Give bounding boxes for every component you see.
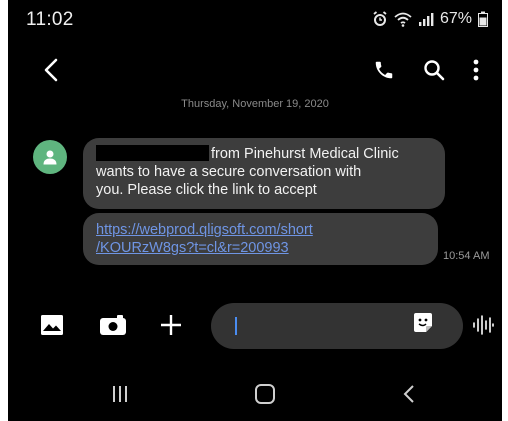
gallery-button[interactable] <box>38 312 66 338</box>
recents-icon <box>113 386 127 402</box>
sticker-icon <box>414 313 432 332</box>
status-time: 11:02 <box>26 9 74 30</box>
status-icons: 67% <box>372 9 488 29</box>
recents-button[interactable] <box>105 378 135 410</box>
more-vertical-icon <box>473 59 479 81</box>
back-arrow-icon <box>44 58 58 82</box>
wifi-icon <box>394 11 412 27</box>
camera-button[interactable] <box>98 312 128 338</box>
composer-bar <box>8 300 502 350</box>
link-message-bubble[interactable]: https://webprod.qligsoft.com/short /KOUR… <box>83 213 438 265</box>
text-caret <box>235 317 237 335</box>
message-timestamp: 10:54 AM <box>443 250 490 262</box>
message-text: wants to have a secure conversation with <box>96 164 362 180</box>
search-button[interactable] <box>418 54 450 86</box>
date-separator: Thursday, November 19, 2020 <box>181 98 329 110</box>
alarm-icon <box>372 11 388 27</box>
voice-wave-icon <box>473 315 494 335</box>
home-button[interactable] <box>250 378 280 410</box>
sticker-button[interactable] <box>410 311 436 335</box>
battery-icon <box>478 11 488 27</box>
phone-call-icon <box>375 61 393 79</box>
image-icon <box>41 315 63 335</box>
app-bar <box>8 48 502 92</box>
nav-back-button[interactable] <box>394 378 424 410</box>
camera-icon <box>100 315 126 335</box>
back-button[interactable] <box>36 52 66 88</box>
message-text: from Pinehurst Medical Clinic <box>211 146 399 162</box>
nav-back-icon <box>403 385 414 403</box>
plus-icon <box>161 315 181 335</box>
message-text: you. Please click the link to accept <box>96 182 317 198</box>
add-attachment-button[interactable] <box>156 310 186 340</box>
message-bubble[interactable]: from Pinehurst Medical Clinic wants to h… <box>83 138 445 209</box>
signal-icon <box>418 11 434 27</box>
message-line: from Pinehurst Medical Clinic <box>96 145 445 163</box>
system-nav-bar <box>8 368 502 421</box>
person-icon <box>43 150 57 165</box>
status-bar: 11:02 67% <box>8 0 502 36</box>
message-link[interactable]: /KOURzW8gs?t=cl&r=200993 <box>96 239 438 257</box>
voice-record-button[interactable] <box>470 312 496 338</box>
home-icon <box>255 384 275 404</box>
phone-screen: 11:02 67% Thursday, November 19, 2020 fr… <box>8 0 502 421</box>
call-button[interactable] <box>368 54 400 86</box>
search-icon <box>424 60 445 81</box>
contact-avatar[interactable] <box>33 140 67 174</box>
battery-percent: 67% <box>439 10 472 27</box>
more-options-button[interactable] <box>466 54 486 86</box>
redacted-sender <box>96 145 209 161</box>
message-link[interactable]: https://webprod.qligsoft.com/short <box>96 221 438 239</box>
